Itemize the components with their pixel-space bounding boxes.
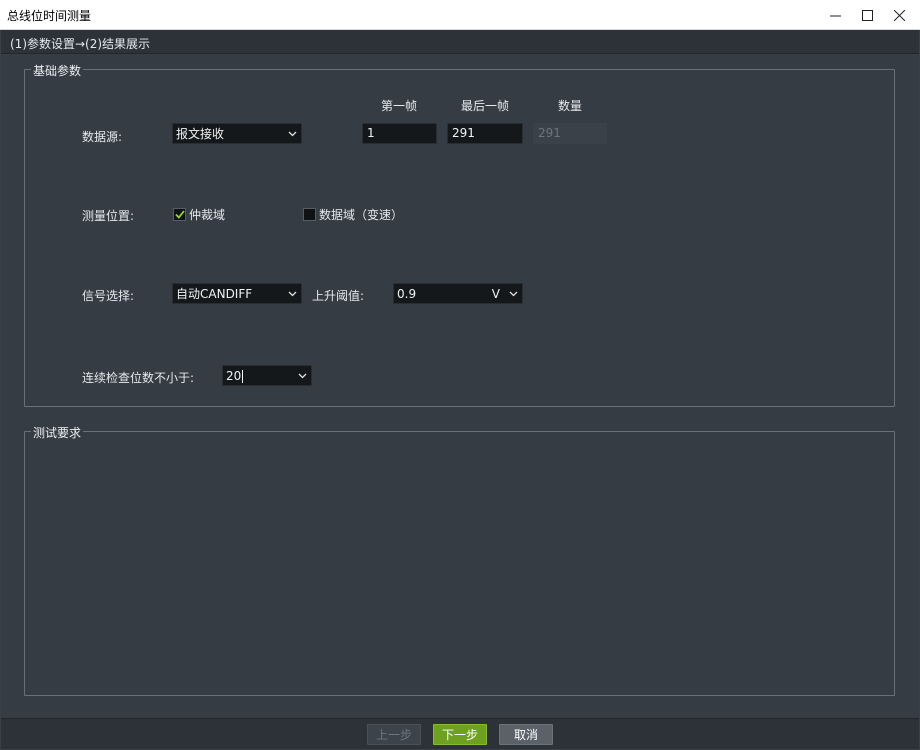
close-button[interactable] bbox=[884, 0, 915, 30]
prev-step-button[interactable]: 上一步 bbox=[367, 724, 421, 745]
wizard-step-bar: (1)参数设置→(2)结果展示 bbox=[1, 30, 919, 54]
wizard-steps: (1)参数设置→(2)结果展示 bbox=[10, 37, 151, 51]
checkbox-checked-icon bbox=[173, 208, 186, 221]
basic-params-group: 基础参数 bbox=[24, 62, 895, 407]
data-source-value: 报文接收 bbox=[176, 127, 225, 141]
measure-position-label: 测量位置: bbox=[82, 209, 135, 223]
next-step-button[interactable]: 下一步 bbox=[433, 724, 487, 745]
main-panel: 基础参数 第一帧 最后一帧 数量 数据源: 报文接收 1 291 291 测量位… bbox=[1, 54, 919, 718]
count-field: 291 bbox=[533, 123, 607, 144]
test-requirements-legend: 测试要求 bbox=[31, 424, 84, 441]
title-bar: 总线位时间测量 bbox=[0, 0, 920, 30]
maximize-button[interactable] bbox=[852, 0, 883, 30]
close-icon bbox=[894, 9, 905, 21]
signal-select[interactable]: 自动CANDIFF bbox=[172, 283, 302, 304]
cancel-button[interactable]: 取消 bbox=[499, 724, 553, 745]
last-frame-header: 最后一帧 bbox=[460, 99, 509, 113]
basic-params-legend: 基础参数 bbox=[31, 62, 84, 79]
threshold-select[interactable]: 0.9 V bbox=[393, 283, 523, 304]
first-frame-header: 第一帧 bbox=[380, 99, 417, 113]
consecutive-select[interactable]: 20 bbox=[222, 365, 312, 386]
consecutive-label: 连续检查位数不小于: bbox=[82, 371, 195, 385]
footer-bar: 上一步 下一步 取消 bbox=[1, 718, 919, 749]
chevron-down-icon bbox=[285, 291, 299, 297]
chevron-down-icon bbox=[285, 131, 299, 137]
test-requirements-group: 测试要求 bbox=[24, 424, 895, 696]
chevron-down-icon bbox=[295, 373, 309, 379]
arbitration-label: 仲裁域 bbox=[189, 208, 226, 222]
threshold-unit: V bbox=[491, 286, 500, 301]
data-field-checkbox[interactable]: 数据域（变速） bbox=[303, 206, 403, 223]
first-frame-input[interactable]: 1 bbox=[362, 123, 437, 144]
maximize-icon bbox=[862, 9, 873, 21]
last-frame-input[interactable]: 291 bbox=[447, 123, 523, 144]
count-header: 数量 bbox=[557, 99, 582, 113]
arbitration-checkbox[interactable]: 仲裁域 bbox=[173, 206, 225, 223]
data-field-label: 数据域（变速） bbox=[319, 208, 404, 222]
data-source-label: 数据源: bbox=[82, 130, 123, 144]
threshold-label: 上升阈值: bbox=[312, 289, 365, 303]
checkbox-unchecked-icon bbox=[303, 208, 316, 221]
minimize-icon bbox=[830, 15, 841, 16]
consecutive-value-wrap: 20 bbox=[226, 369, 295, 383]
signal-label: 信号选择: bbox=[82, 289, 135, 303]
data-source-select[interactable]: 报文接收 bbox=[172, 123, 302, 144]
text-caret bbox=[242, 369, 244, 383]
threshold-value: 0.9 bbox=[397, 286, 417, 301]
signal-value: 自动CANDIFF bbox=[176, 287, 253, 301]
chevron-down-icon bbox=[506, 291, 520, 297]
consecutive-value: 20 bbox=[226, 368, 242, 383]
minimize-button[interactable] bbox=[820, 0, 851, 30]
window-title: 总线位时间测量 bbox=[7, 9, 92, 23]
